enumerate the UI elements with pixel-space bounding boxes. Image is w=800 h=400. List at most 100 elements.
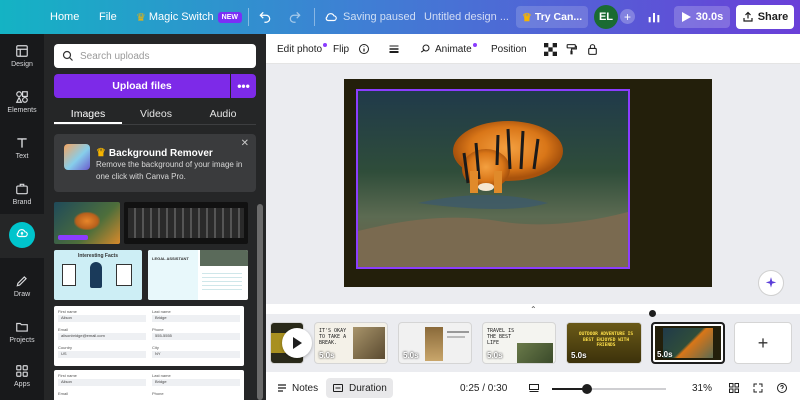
document-graphic <box>62 264 76 286</box>
timeline-clip[interactable]: 5.0s <box>398 322 472 364</box>
lock-button[interactable] <box>586 34 599 64</box>
rail-item-projects[interactable]: Projects <box>0 310 44 354</box>
magic-switch-button[interactable]: ♛ Magic Switch NEW <box>136 0 243 34</box>
border-style-button[interactable] <box>388 34 400 64</box>
info-icon <box>359 44 369 54</box>
notes-icon <box>278 384 286 392</box>
upload-thumbnail[interactable] <box>54 202 120 244</box>
footer-bar: Notes Duration 0:25 / 0:30 31% <box>266 376 800 400</box>
timeline-clip[interactable]: IT'S OKAY TO TAKE A BREAK. 5.0s <box>314 322 388 364</box>
uploads-tabs: Images Videos Audio <box>54 104 256 124</box>
rail-item-design[interactable]: Design <box>0 34 44 78</box>
chevron-up-icon[interactable]: ⌃ <box>530 305 537 314</box>
pro-dot <box>323 43 328 47</box>
animate-button[interactable]: Animate <box>419 34 477 64</box>
fullscreen-button[interactable] <box>752 376 764 400</box>
canvas-horizontal-scrollbar[interactable] <box>266 300 800 304</box>
rail-item-uploads[interactable] <box>0 214 44 258</box>
flip-button[interactable]: Flip <box>333 34 349 64</box>
animate-label: Animate <box>435 43 472 55</box>
search-placeholder: Search uploads <box>80 50 150 62</box>
file-menu[interactable]: File <box>99 0 117 34</box>
notes-button[interactable]: Notes <box>276 376 318 400</box>
background-remover-thumbnail <box>64 144 90 170</box>
upload-thumbnail[interactable]: LEGAL ASSISTANT <box>148 250 248 300</box>
upload-thumbnail[interactable]: First name Alison Last name Bridge Email… <box>54 370 244 400</box>
canvas-area <box>266 64 800 304</box>
text-line <box>447 331 469 333</box>
photo-strip <box>200 250 248 266</box>
share-button[interactable]: Share <box>736 5 794 29</box>
divider <box>54 124 256 125</box>
paint-roller-icon <box>566 43 577 54</box>
save-status[interactable]: Saving paused <box>324 0 416 34</box>
grid-view-button[interactable] <box>728 376 740 400</box>
clip-caption: IT'S OKAY TO TAKE A BREAK. <box>319 328 347 346</box>
rail-item-elements[interactable]: Elements <box>0 80 44 124</box>
redo-icon <box>289 11 301 23</box>
tab-videos[interactable]: Videos <box>122 104 190 124</box>
timeline-clip[interactable]: TRAVEL IS THE BEST LIFE 5.0s <box>482 322 556 364</box>
search-icon <box>62 50 73 61</box>
avatar[interactable]: EL <box>594 5 618 29</box>
timeline-play-button[interactable] <box>282 328 312 358</box>
rail-item-apps[interactable]: Apps <box>0 354 44 398</box>
save-status-label: Saving paused <box>343 11 416 23</box>
upload-thumbnail[interactable]: First name Alison Last name Bridge Email… <box>54 306 244 366</box>
undo-button[interactable] <box>258 0 272 34</box>
rail-label: Elements <box>7 107 37 114</box>
add-collaborator-button[interactable]: + <box>620 9 635 24</box>
document-title[interactable]: Untitled design ... <box>424 0 509 34</box>
redo-button[interactable] <box>288 0 302 34</box>
tiger-image <box>74 212 100 230</box>
playhead-handle[interactable] <box>649 310 656 317</box>
duration-button[interactable]: Duration <box>326 378 393 398</box>
search-input[interactable]: Search uploads <box>54 44 256 68</box>
form-value: US <box>58 351 146 358</box>
zoom-level[interactable]: 31% <box>692 376 712 400</box>
insights-button[interactable] <box>646 0 662 34</box>
form-label: First name <box>58 309 77 314</box>
close-icon[interactable]: ✕ <box>241 138 249 149</box>
present-play-button[interactable]: 30.0s <box>674 6 730 28</box>
timeline-clip-selected[interactable]: 5.0s <box>651 322 725 364</box>
form-label: Country <box>58 345 73 350</box>
info-button[interactable] <box>358 34 370 64</box>
try-canva-pro-button[interactable]: ♛ Try Can... <box>516 6 588 28</box>
help-button[interactable] <box>776 376 788 400</box>
tab-audio[interactable]: Audio <box>190 104 256 124</box>
scrollbar-thumb[interactable] <box>257 204 263 400</box>
page-view-button[interactable] <box>528 376 540 400</box>
add-page-button[interactable]: + <box>734 322 792 364</box>
paint-format-button[interactable] <box>565 34 578 64</box>
position-button[interactable]: Position <box>491 34 527 64</box>
rail-item-text[interactable]: Text <box>0 126 44 170</box>
tiger-photo[interactable] <box>356 89 630 269</box>
rail-item-draw[interactable]: Draw <box>0 264 44 308</box>
share-icon <box>743 11 753 22</box>
zoom-slider-handle[interactable] <box>582 384 593 394</box>
rail-item-brand[interactable]: Brand <box>0 172 44 216</box>
slide-page[interactable] <box>344 79 712 287</box>
rail-label: Apps <box>14 381 30 388</box>
transparency-button[interactable] <box>544 34 557 64</box>
upload-files-button[interactable]: Upload files <box>54 74 230 98</box>
background-remover-promo[interactable]: ♛ Background Remover Remove the backgroun… <box>54 134 256 192</box>
promo-title: ♛ Background Remover <box>96 146 213 159</box>
upload-thumbnail[interactable] <box>124 202 248 244</box>
upload-thumbnail[interactable]: Interesting Facts <box>54 250 142 300</box>
divider <box>248 8 249 26</box>
apps-icon <box>16 365 28 377</box>
tab-images[interactable]: Images <box>54 104 122 124</box>
text-icon <box>17 138 27 148</box>
home-button[interactable]: Home <box>50 0 79 34</box>
bar-chart-icon <box>648 13 660 23</box>
upload-more-button[interactable]: ••• <box>231 74 256 98</box>
form-label: Last name <box>152 309 171 314</box>
keyboard-image <box>128 208 244 238</box>
edit-photo-button[interactable]: Edit photo <box>277 34 328 64</box>
rail-label: Projects <box>9 337 35 344</box>
sparkle-icon <box>765 277 777 288</box>
magic-assistant-button[interactable] <box>758 270 784 296</box>
timeline-clip[interactable]: OUTDOOR ADVENTURE IS BEST ENJOYED WITH F… <box>566 322 642 364</box>
